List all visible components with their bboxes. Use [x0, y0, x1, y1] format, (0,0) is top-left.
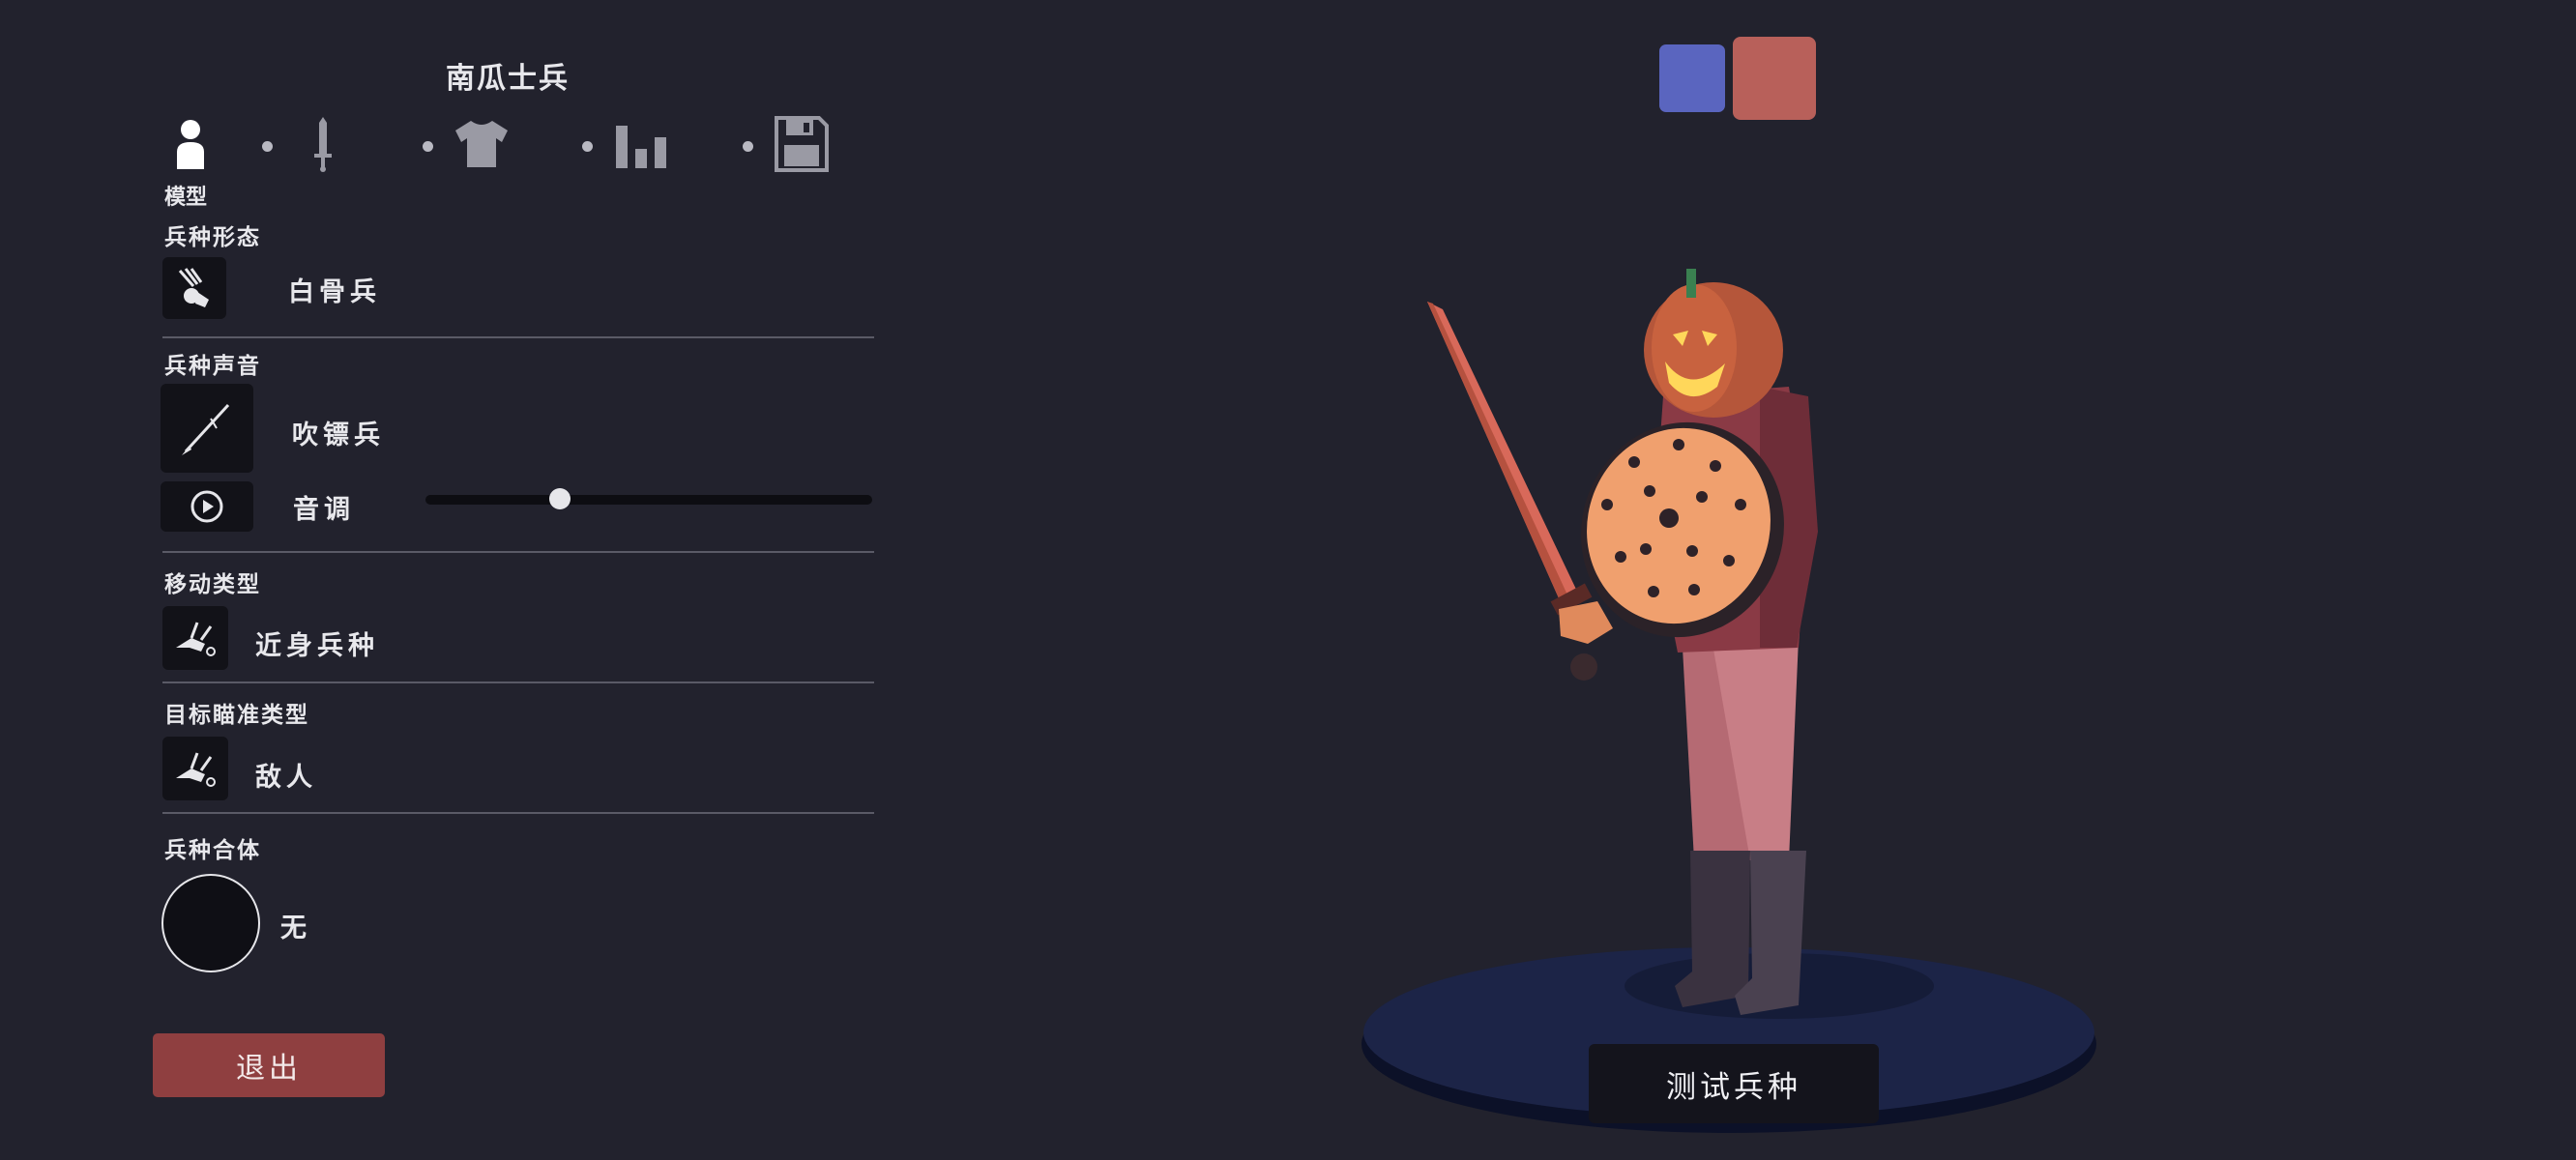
tab-weapon[interactable] [295, 114, 351, 174]
section-divider [162, 682, 874, 683]
blowdart-icon [182, 403, 230, 455]
melee-unit-icon [176, 622, 216, 656]
play-icon [190, 490, 223, 523]
targeting-type-heading: 目标瞄准类型 [164, 703, 309, 728]
targeting-type-selector[interactable] [162, 737, 228, 800]
tab-separator-dot [743, 141, 753, 152]
unit-3d-preview[interactable] [1334, 242, 2127, 1160]
play-voice-button[interactable] [161, 481, 253, 532]
section-divider [162, 336, 874, 338]
team-color-blue-swatch[interactable] [1659, 44, 1725, 112]
person-icon [177, 120, 204, 169]
section-divider [162, 551, 874, 553]
tab-separator-dot [262, 141, 273, 152]
bar-chart-icon [616, 126, 666, 168]
test-unit-button[interactable]: 测试兵种 [1589, 1044, 1879, 1123]
unit-voice-value: 吹镖兵 [292, 420, 385, 450]
tab-stats[interactable] [613, 114, 669, 174]
shirt-icon [455, 121, 508, 167]
exit-button[interactable]: 退出 [153, 1033, 385, 1097]
movement-type-selector[interactable] [162, 606, 228, 670]
pitch-slider[interactable] [425, 495, 872, 505]
unit-merge-slot[interactable] [161, 874, 260, 972]
tab-save[interactable] [774, 114, 830, 174]
editor-tabs [162, 114, 868, 180]
tab-clothing[interactable] [454, 114, 510, 174]
pitch-slider-thumb[interactable] [548, 488, 571, 509]
unit-form-value: 白骨兵 [288, 277, 381, 307]
tab-separator-dot [423, 141, 433, 152]
unit-voice-heading: 兵种声音 [164, 354, 261, 379]
unit-voice-selector[interactable] [161, 384, 253, 473]
unit-form-selector[interactable] [162, 257, 226, 319]
target-enemy-icon [176, 752, 216, 787]
active-tab-label: 模型 [164, 186, 208, 210]
tab-model[interactable] [162, 114, 219, 174]
skeleton-unit-icon [178, 268, 209, 307]
tab-separator-dot [582, 141, 593, 152]
sword-icon [314, 117, 332, 172]
unit-title: 南瓜士兵 [446, 62, 570, 96]
floppy-disk-icon [775, 116, 829, 172]
pitch-label: 音调 [293, 495, 355, 525]
movement-type-value: 近身兵种 [255, 631, 379, 661]
unit-form-heading: 兵种形态 [164, 225, 261, 250]
movement-type-heading: 移动类型 [164, 572, 261, 597]
unit-merge-value: 无 [280, 914, 311, 943]
unit-merge-heading: 兵种合体 [164, 838, 261, 863]
targeting-type-value: 敌人 [255, 763, 317, 793]
section-divider [162, 812, 874, 814]
team-color-red-swatch[interactable] [1733, 37, 1816, 120]
